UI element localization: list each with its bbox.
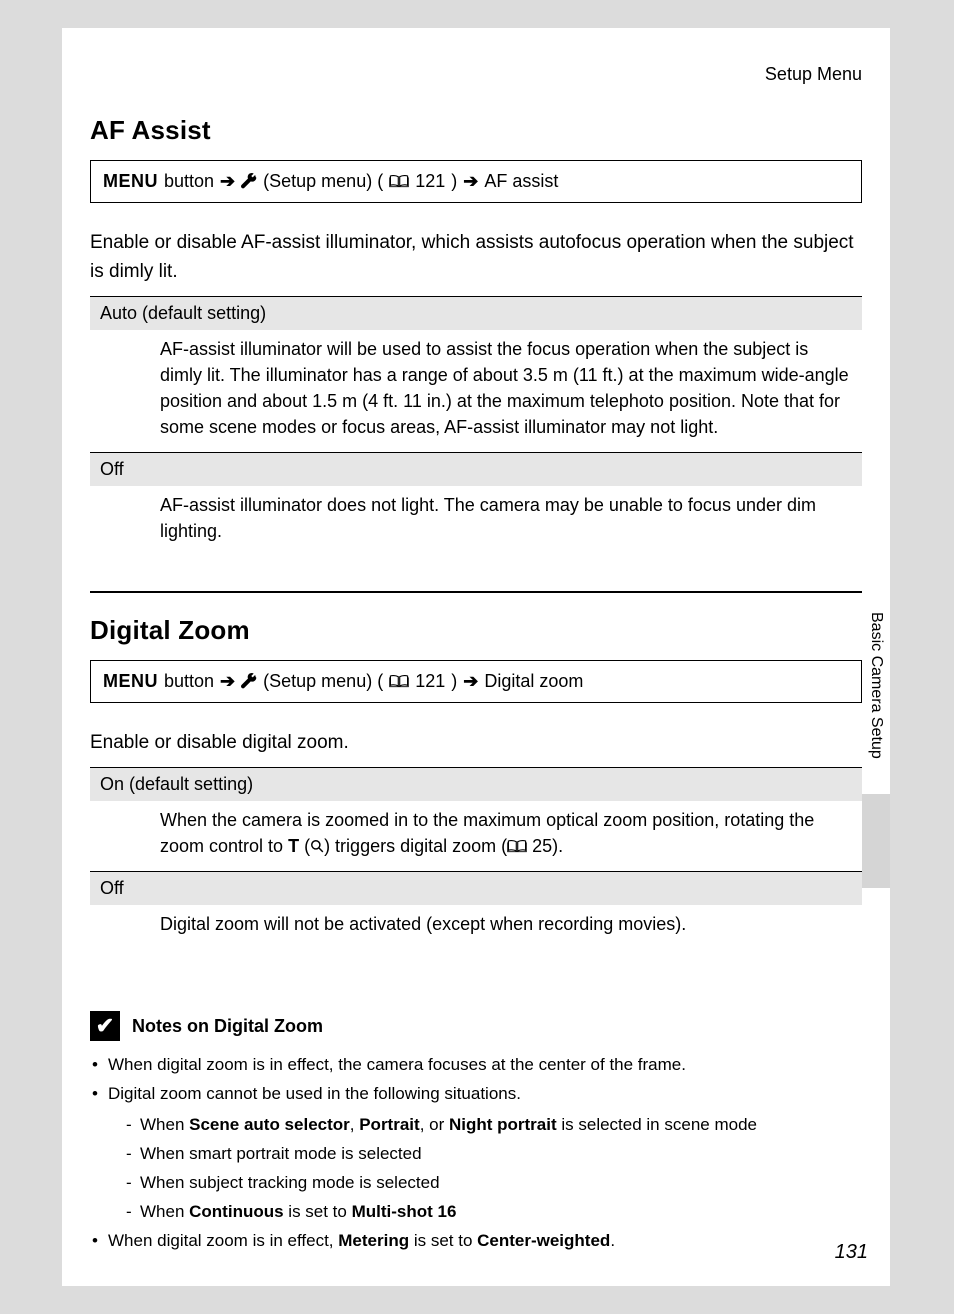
section-title-af-assist: AF Assist: [90, 115, 862, 146]
breadcrumb-af-assist: MENU button ➔ (Setup menu) ( 121) ➔ AF a…: [90, 160, 862, 203]
list-item: When Scene auto selector, Portrait, or N…: [126, 1111, 862, 1140]
side-tab-block: [862, 794, 890, 888]
breadcrumb-digital-zoom: MENU button ➔ (Setup menu) ( 121) ➔ Digi…: [90, 660, 862, 703]
close-paren: ): [451, 171, 457, 192]
close-paren: ): [451, 671, 457, 692]
page-number: 131: [835, 1241, 868, 1264]
wrench-icon: [241, 171, 257, 192]
list-item: When digital zoom is in effect, Metering…: [92, 1227, 862, 1256]
option-name-off: Off: [90, 453, 862, 487]
setup-menu-text: (Setup menu) (: [263, 171, 383, 192]
af-options-table: Auto (default setting) AF-assist illumin…: [90, 296, 862, 557]
t-telephoto-letter: T: [288, 836, 299, 856]
page-ref-121: 121: [415, 671, 445, 692]
list-item: When Continuous is set to Multi-shot 16: [126, 1198, 862, 1227]
book-icon: [389, 171, 409, 192]
arrow-right-icon: ➔: [463, 171, 478, 192]
page-ref-25: 25: [532, 836, 552, 856]
option-desc-off: AF-assist illuminator does not light. Th…: [90, 486, 862, 556]
list-item: When subject tracking mode is selected: [126, 1169, 862, 1198]
setup-menu-text: (Setup menu) (: [263, 671, 383, 692]
option-name-auto: Auto (default setting): [90, 297, 862, 331]
table-row: On (default setting): [90, 768, 862, 802]
option-name-off: Off: [90, 872, 862, 906]
side-tab-label: Basic Camera Setup: [867, 608, 885, 788]
document-page: Setup Menu AF Assist MENU button ➔ (Setu…: [62, 28, 890, 1286]
book-icon: [507, 836, 527, 856]
side-tab: Basic Camera Setup: [862, 608, 890, 888]
table-row: Off: [90, 453, 862, 487]
wrench-icon: [241, 671, 257, 692]
arrow-right-icon: ➔: [220, 671, 235, 692]
list-item: When smart portrait mode is selected: [126, 1140, 862, 1169]
af-assist-intro: Enable or disable AF-assist illuminator,…: [90, 229, 862, 286]
table-row: Digital zoom will not be activated (exce…: [90, 905, 862, 949]
book-icon: [389, 671, 409, 692]
option-desc-off: Digital zoom will not be activated (exce…: [90, 905, 862, 949]
notes-title: Notes on Digital Zoom: [132, 1016, 323, 1037]
option-desc-on: When the camera is zoomed in to the maxi…: [90, 801, 862, 872]
table-row: AF-assist illuminator will be used to as…: [90, 330, 862, 453]
list-item: Digital zoom cannot be used in the follo…: [92, 1080, 862, 1226]
breadcrumb-dest: Digital zoom: [484, 671, 583, 692]
digital-zoom-intro: Enable or disable digital zoom.: [90, 729, 862, 758]
table-row: When the camera is zoomed in to the maxi…: [90, 801, 862, 872]
breadcrumb-dest: AF assist: [484, 171, 558, 192]
checkmark-badge-icon: ✔: [90, 1011, 120, 1041]
section-title-digital-zoom: Digital Zoom: [90, 615, 862, 646]
page-header-label: Setup Menu: [90, 64, 862, 85]
option-name-on: On (default setting): [90, 768, 862, 802]
arrow-right-icon: ➔: [463, 671, 478, 692]
menu-button-label: MENU: [103, 171, 158, 192]
list-item: When digital zoom is in effect, the came…: [92, 1051, 862, 1080]
dz-options-table: On (default setting) When the camera is …: [90, 767, 862, 949]
page-content: Setup Menu AF Assist MENU button ➔ (Setu…: [62, 28, 890, 1256]
option-desc-auto: AF-assist illuminator will be used to as…: [90, 330, 862, 453]
notes-section: ✔ Notes on Digital Zoom When digital zoo…: [90, 1011, 862, 1255]
button-word: button: [164, 671, 214, 692]
arrow-right-icon: ➔: [220, 171, 235, 192]
table-row: Off: [90, 872, 862, 906]
magnify-icon: [310, 836, 324, 856]
section-divider: [90, 591, 862, 593]
page-ref-121: 121: [415, 171, 445, 192]
table-row: Auto (default setting): [90, 297, 862, 331]
button-word: button: [164, 171, 214, 192]
menu-button-label: MENU: [103, 671, 158, 692]
table-row: AF-assist illuminator does not light. Th…: [90, 486, 862, 556]
